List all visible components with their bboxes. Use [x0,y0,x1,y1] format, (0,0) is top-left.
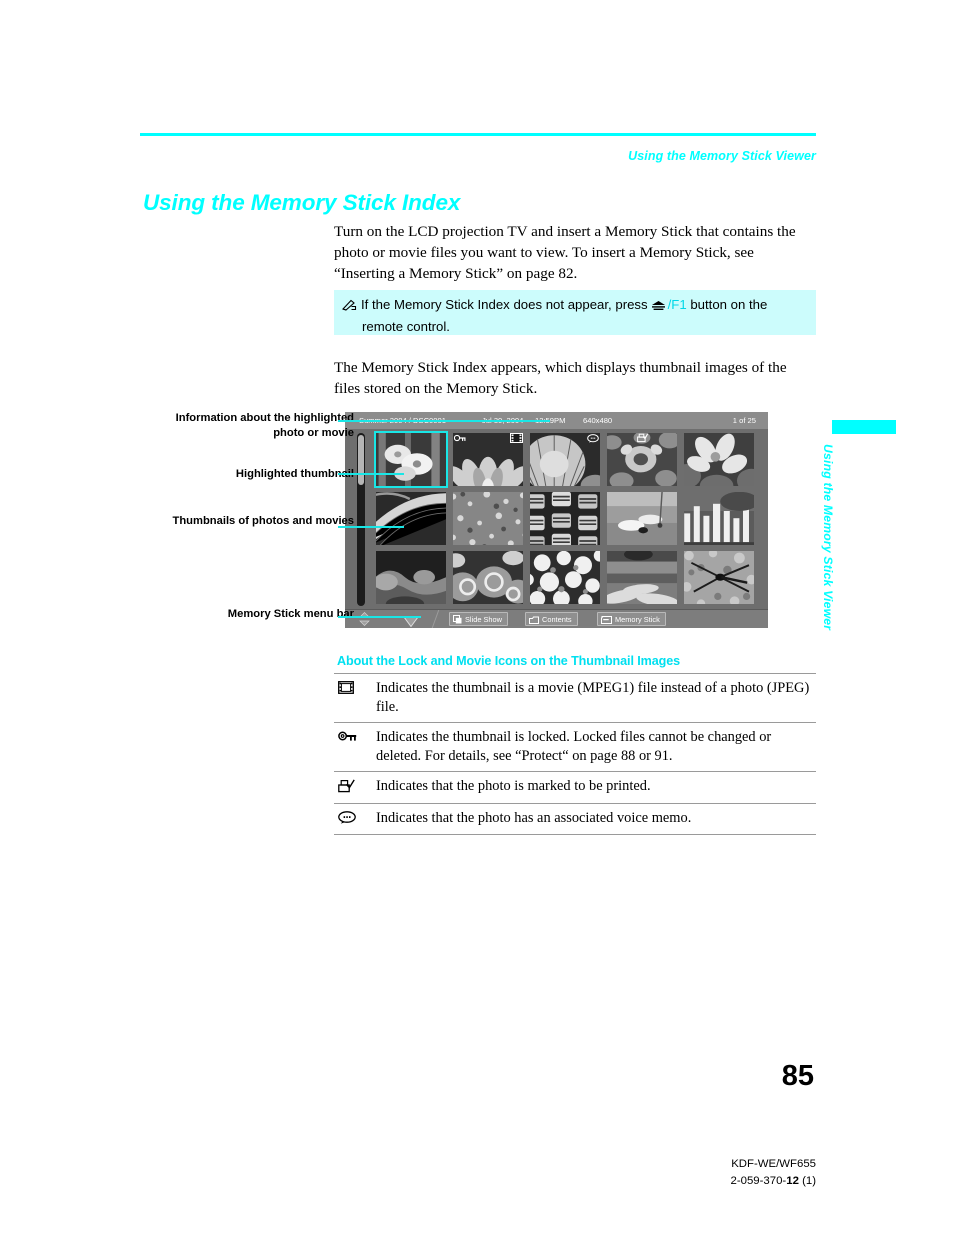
thumbnail-image [607,492,677,545]
up-down-arrow-icon[interactable] [359,612,370,628]
doc-number-prefix: 2-059-370- [730,1175,787,1187]
slide-show-icon [453,615,462,628]
lock-icon [453,434,466,442]
footer-info: KDF-WE/WF655 2-059-370-12 (1) [731,1156,817,1190]
footer-model: KDF-WE/WF655 [731,1158,816,1170]
legend-text: Indicates the thumbnail is locked. Locke… [376,729,772,764]
jump-button-icon [650,299,667,318]
thumbnail-cell[interactable] [681,431,757,488]
thumbnail-cell[interactable] [450,431,526,488]
thumbnail-scrollbar[interactable] [357,433,365,606]
thumbnail-image [374,431,448,488]
result-paragraph: The Memory Stick Index appears, which di… [334,359,787,397]
thumbnail-cell[interactable] [373,431,449,488]
tip-note-text-after: button on the [690,297,768,312]
table-row: Indicates the thumbnail is a movie (MPEG… [334,673,816,723]
voice-memo-icon [334,804,376,835]
thumbnail-image [453,551,523,604]
menu-nav-group [347,610,454,628]
running-head: Using the Memory Stick Viewer [628,149,816,163]
thumbnail-image [376,551,446,604]
info-count: 1 of 25 [732,416,756,425]
key-lock-icon [334,723,376,772]
info-resolution: 640x480 [583,416,613,425]
thumbnail-cell[interactable] [527,431,603,488]
movie-icon [510,433,523,443]
intro-paragraph: Turn on the LCD projection TV and insert… [334,223,796,282]
thumbnail-image [684,433,754,486]
callout-leader-line [338,616,421,618]
legend-text: Indicates that the photo is marked to be… [376,778,651,794]
thumbnail-image [453,492,523,545]
film-strip-icon [334,674,376,723]
memory-stick-index-screen: Summer 2004 / DSC0001 Jul 30, 2004 12:59… [345,412,768,628]
contents-folder-icon [529,615,539,628]
thumbnail-image [530,551,600,604]
thumbnail-grid [373,431,761,606]
legend-text: Indicates that the photo has an associat… [376,810,692,826]
print-mark-icon [334,772,376,804]
scrollbar-thumb[interactable] [358,435,364,485]
slide-show-button[interactable]: Slide Show [449,612,508,626]
voice-memo-icon [587,434,599,443]
callout-leader-line [338,473,404,475]
thumbnail-cell[interactable] [681,549,757,606]
header-rule [140,133,816,136]
tip-note-text-before: If the Memory Stick Index does not appea… [361,297,648,312]
table-row: Indicates that the photo has an associat… [334,803,816,835]
memory-stick-button[interactable]: Memory Stick [597,612,666,626]
thumbnail-cell[interactable] [681,490,757,547]
callout-leader-line [338,420,550,422]
legend-text: Indicates the thumbnail is a movie (MPEG… [376,680,810,715]
tip-note-box: If the Memory Stick Index does not appea… [334,290,816,335]
memory-stick-menu-bar: Slide Show Contents Memory Stick [345,609,768,628]
thumbnail-cell[interactable] [604,431,680,488]
f1-label: /F1 [667,297,687,312]
thumbnail-image [607,551,677,604]
document-page: Using the Memory Stick Viewer Using the … [0,0,954,1235]
edge-tab-label: Using the Memory Stick Viewer [821,444,835,631]
memory-stick-icon [601,615,612,628]
contents-label: Contents [542,615,572,624]
tip-note-line2: remote control. [362,318,450,334]
table-row: Indicates the thumbnail is locked. Locke… [334,722,816,772]
icon-legend-table: Indicates the thumbnail is a movie (MPEG… [334,673,816,835]
thumbnail-cell[interactable] [450,549,526,606]
thumbnail-cell[interactable] [450,490,526,547]
subsection-heading: About the Lock and Movie Icons on the Th… [337,654,681,668]
doc-number-suffix: (1) [798,1175,816,1187]
callout-leader-line [338,526,404,528]
thumbnail-cell[interactable] [373,490,449,547]
thumbnail-cell[interactable] [527,490,603,547]
callout-menu-bar: Memory Stick menu bar [227,608,354,620]
contents-button[interactable]: Contents [525,612,578,626]
doc-number-bold: 12 [786,1175,799,1187]
table-row: Indicates that the photo is marked to be… [334,771,816,804]
thumbnail-image [530,492,600,545]
thumbnail-cell[interactable] [604,549,680,606]
note-pen-icon [342,298,357,317]
footer-doc-number: 2-059-370-12 (1) [731,1173,817,1190]
page-title: Using the Memory Stick Index [143,190,461,215]
slide-show-label: Slide Show [465,615,502,624]
thumbnail-image [684,551,754,604]
edge-tab-marker [832,420,896,434]
thumbnail-cell[interactable] [373,549,449,606]
thumbnail-image [684,492,754,545]
thumbnail-cell[interactable] [604,490,680,547]
thumbnail-image [376,492,446,545]
callout-highlighted-thumbnail: Highlighted thumbnail [235,468,354,480]
thumbnail-grid-area [345,429,768,610]
page-number: 85 [781,1060,814,1092]
callout-thumbnails: Thumbnails of photos and movies [172,515,355,527]
memory-stick-label: Memory Stick [615,615,660,624]
print-mark-icon [637,433,649,443]
tip-note-text: If the Memory Stick Index does not appea… [342,296,810,336]
thumbnail-cell[interactable] [527,549,603,606]
callout-info-bar: Information about the highlighted photo … [175,412,354,439]
